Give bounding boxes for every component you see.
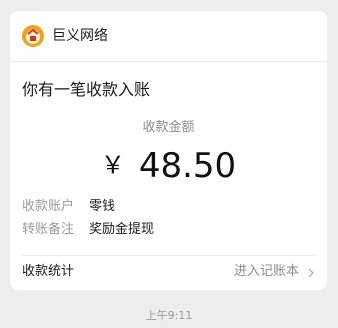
message-title: 你有一笔收款入账 xyxy=(22,80,151,99)
stats-label: 收款统计 xyxy=(22,264,75,279)
receipt-stats-row[interactable]: 收款统计 进入记账本 xyxy=(10,255,327,290)
detail-row-remark: 转账备注 奖励金提现 xyxy=(22,220,154,240)
merchant-name: 巨义网络 xyxy=(52,28,108,44)
detail-row-account: 收款账户 零钱 xyxy=(22,197,115,217)
chevron-right-icon[interactable] xyxy=(307,268,315,278)
detail-value: 零钱 xyxy=(89,199,116,214)
ledger-link[interactable]: 进入记账本 xyxy=(234,262,299,282)
amount-display: ￥ 48.50 xyxy=(10,145,327,186)
merchant-logo-icon xyxy=(22,25,44,47)
merchant-header[interactable]: 巨义网络 xyxy=(10,11,327,61)
detail-key: 转账备注 xyxy=(22,222,75,237)
header-divider xyxy=(10,61,327,62)
detail-key: 收款账户 xyxy=(22,199,75,214)
amount-label: 收款金额 xyxy=(142,120,195,135)
payment-notification-card[interactable]: 巨义网络 你有一笔收款入账 收款金额 ￥ 48.50 收款账户 零钱 转账备注 奖励金… xyxy=(10,11,327,290)
detail-value: 奖励金提现 xyxy=(89,222,155,237)
message-timestamp: 上午9:11 xyxy=(145,309,193,322)
currency-symbol: ￥ xyxy=(100,151,125,179)
amount-value: 48.50 xyxy=(138,146,237,186)
